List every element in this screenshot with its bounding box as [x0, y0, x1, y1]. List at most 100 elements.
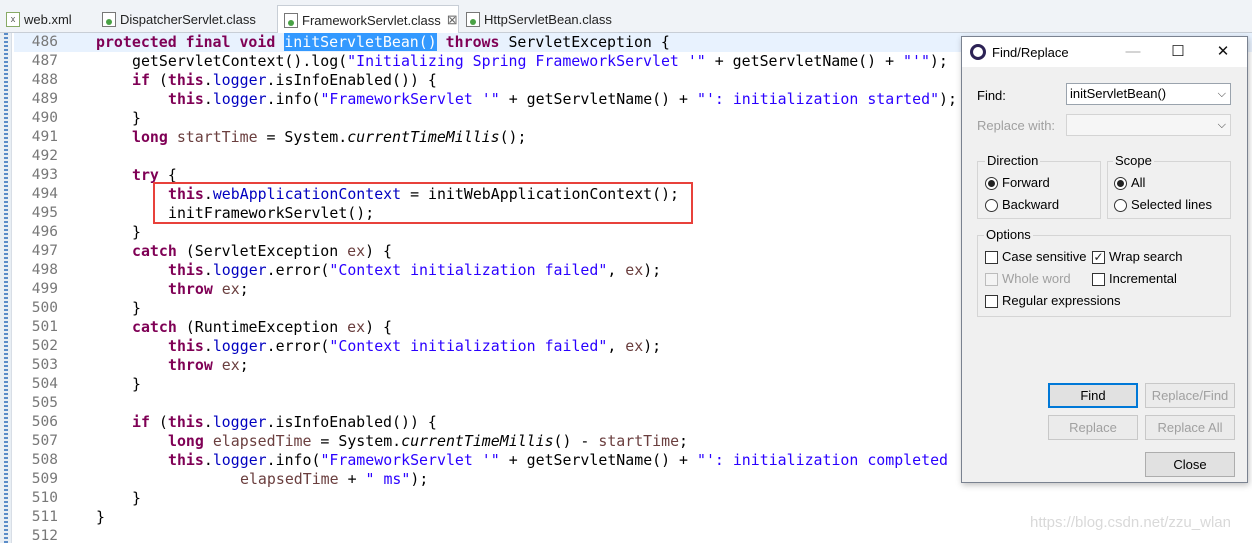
- code-text: getServletContext().log(: [132, 52, 348, 70]
- code-text: .isInfoEnabled()) {: [266, 413, 437, 431]
- static-method: currentTimeMillis: [347, 128, 500, 146]
- maximize-button[interactable]: ☐: [1155, 37, 1201, 67]
- regex-checkbox[interactable]: [985, 295, 998, 308]
- code-text: }: [132, 299, 141, 317]
- line-number: 507: [31, 433, 58, 449]
- code-text: );: [643, 261, 662, 279]
- code-text: ServletException {: [508, 33, 670, 51]
- code-text: ,: [607, 337, 626, 355]
- code-text: );: [410, 470, 429, 488]
- keyword: if: [132, 71, 150, 89]
- line-number: 494: [31, 186, 58, 202]
- tab-httpservletbean[interactable]: HttpServletBean.class: [460, 6, 630, 33]
- tab-close-icon[interactable]: ⊠: [447, 12, 458, 28]
- keyword: this: [168, 451, 204, 469]
- field-name: logger: [212, 261, 267, 279]
- local-variable: ex: [347, 318, 366, 336]
- line-number: 493: [31, 167, 58, 183]
- change-marker: [4, 33, 8, 543]
- wrap-search-checkbox[interactable]: ✓: [1092, 251, 1105, 264]
- code-text: }: [132, 489, 141, 507]
- close-button[interactable]: Close: [1145, 452, 1235, 477]
- code-text: );: [939, 90, 957, 108]
- keyword: this: [167, 71, 204, 89]
- line-number: 502: [31, 338, 58, 354]
- code-text: .error(: [266, 337, 330, 355]
- replace-with-input[interactable]: ⌵: [1066, 114, 1231, 136]
- code-text: + getServletName() +: [705, 52, 904, 70]
- wrap-search-label[interactable]: Wrap search: [1109, 249, 1182, 264]
- whole-word-checkbox[interactable]: [985, 273, 998, 286]
- case-sensitive-label[interactable]: Case sensitive: [1002, 249, 1087, 264]
- line-number: 489: [31, 91, 58, 107]
- highlight-annotation-box: [153, 182, 693, 224]
- scope-all-label[interactable]: All: [1131, 175, 1145, 190]
- selected-lines-radio[interactable]: [1114, 199, 1127, 212]
- string-literal: "FrameworkServlet '": [320, 90, 500, 108]
- field-name: logger: [212, 90, 267, 108]
- keyword: this: [168, 90, 204, 108]
- code-text: (ServletException: [176, 242, 348, 260]
- backward-label[interactable]: Backward: [1002, 197, 1059, 212]
- selected-method-name[interactable]: initServletBean(): [284, 33, 437, 51]
- find-button[interactable]: Find: [1048, 383, 1138, 408]
- replace-find-button[interactable]: Replace/Find: [1145, 383, 1235, 408]
- line-number: 487: [31, 53, 58, 69]
- code-text: );: [929, 52, 948, 70]
- code-text: = System.: [311, 432, 402, 450]
- code-text: ,: [607, 261, 626, 279]
- keyword: long: [168, 432, 204, 450]
- tab-dispatcherservlet[interactable]: DispatcherServlet.class: [96, 6, 276, 33]
- regex-label[interactable]: Regular expressions: [1002, 293, 1121, 308]
- field-name: logger: [212, 337, 267, 355]
- string-literal: "Context initialization failed": [329, 261, 608, 279]
- code-text: ;: [239, 356, 249, 374]
- code-text: +: [338, 470, 366, 488]
- line-number: 511: [31, 509, 58, 525]
- line-number: 492: [31, 148, 58, 164]
- forward-radio[interactable]: [985, 177, 998, 190]
- tab-frameworkservlet[interactable]: FrameworkServlet.class ⊠: [277, 5, 459, 34]
- options-title: Options: [984, 227, 1033, 242]
- find-input[interactable]: initServletBean() ⌵: [1066, 83, 1231, 105]
- tab-web-xml[interactable]: x web.xml: [0, 6, 98, 33]
- line-number: 488: [31, 72, 58, 88]
- line-number: 503: [31, 357, 58, 373]
- local-variable: ex: [347, 242, 366, 260]
- selected-lines-label[interactable]: Selected lines: [1131, 197, 1212, 212]
- line-number: 490: [31, 110, 58, 126]
- xml-file-icon: x: [6, 12, 20, 27]
- code-text: ;: [239, 280, 249, 298]
- line-number: 491: [31, 129, 58, 145]
- code-text: .isInfoEnabled()) {: [266, 71, 437, 89]
- tab-label: DispatcherServlet.class: [120, 12, 256, 27]
- chevron-down-icon[interactable]: ⌵: [1218, 84, 1226, 104]
- keyword: long: [132, 128, 168, 146]
- local-variable: ex: [625, 337, 644, 355]
- incremental-label[interactable]: Incremental: [1109, 271, 1177, 286]
- minimize-button[interactable]: —: [1110, 37, 1156, 67]
- local-variable: startTime: [176, 128, 258, 146]
- string-literal: "Context initialization failed": [329, 337, 608, 355]
- local-variable: elapsedTime: [212, 432, 312, 450]
- static-method: currentTimeMillis: [401, 432, 554, 450]
- code-line[interactable]: 510}: [14, 489, 1252, 508]
- line-number: 506: [31, 414, 58, 430]
- backward-radio[interactable]: [985, 199, 998, 212]
- replace-button[interactable]: Replace: [1048, 415, 1138, 440]
- local-variable: ex: [221, 280, 240, 298]
- field-name: logger: [212, 71, 267, 89]
- replace-all-button[interactable]: Replace All: [1145, 415, 1235, 440]
- code-text: (RuntimeException: [176, 318, 348, 336]
- keyword: void: [239, 33, 276, 51]
- scope-all-radio[interactable]: [1114, 177, 1127, 190]
- keyword: protected: [96, 33, 177, 51]
- find-replace-dialog[interactable]: Find/Replace — ☐ ✕ Find: initServletBean…: [961, 36, 1248, 483]
- case-sensitive-checkbox[interactable]: [985, 251, 998, 264]
- local-variable: ex: [625, 261, 644, 279]
- incremental-checkbox[interactable]: [1092, 273, 1105, 286]
- chevron-down-icon[interactable]: ⌵: [1218, 115, 1226, 135]
- forward-label[interactable]: Forward: [1002, 175, 1050, 190]
- whole-word-label: Whole word: [1002, 271, 1071, 286]
- close-window-button[interactable]: ✕: [1200, 37, 1246, 67]
